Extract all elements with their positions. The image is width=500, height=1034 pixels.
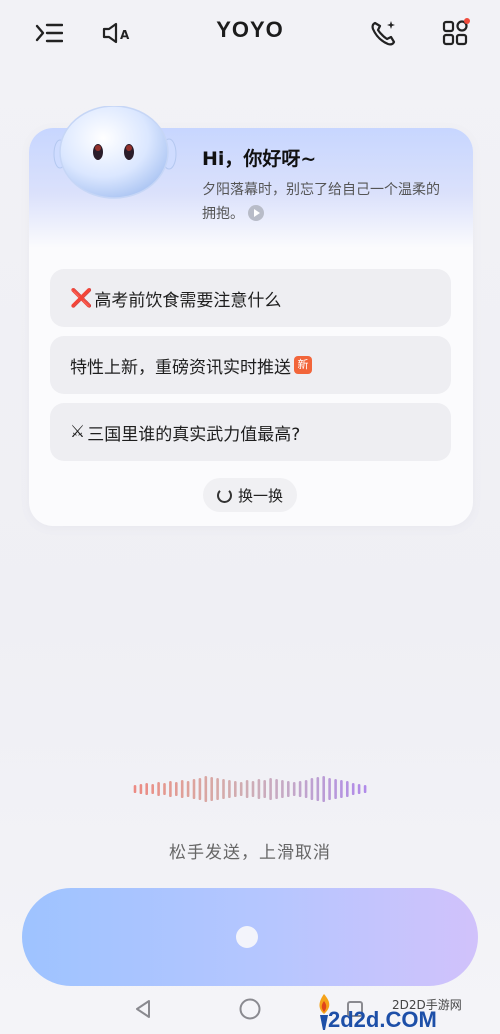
apps-grid-icon[interactable] xyxy=(440,18,470,48)
suggestion-item-3[interactable]: ⚔ 三国里谁的真实武力值最高? xyxy=(50,403,451,461)
wave-bar xyxy=(287,781,290,797)
voice-waveform xyxy=(133,776,367,802)
wave-bar xyxy=(263,780,266,798)
suggestion-text: 高考前饮食需要注意什么 xyxy=(94,290,282,311)
phone-sparkle-icon[interactable] xyxy=(369,18,399,48)
wave-bar xyxy=(257,779,261,799)
suggestion-text: 特性上新，重磅资讯实时推送 xyxy=(70,357,291,378)
greeting-title: Hi，你好呀~ xyxy=(202,148,317,170)
refresh-label: 换一换 xyxy=(237,486,283,505)
greeting-subtitle: 夕阳落幕时，别忘了给自己一个温柔的拥抱。 xyxy=(202,182,440,222)
wave-bar xyxy=(334,779,337,799)
wave-bar xyxy=(239,782,243,796)
cross-mark-icon: ❌ xyxy=(70,287,93,309)
wave-bar xyxy=(228,780,231,798)
mic-dot-icon xyxy=(236,926,258,948)
wave-bar xyxy=(281,780,284,798)
wave-bar xyxy=(216,778,219,800)
wave-bar xyxy=(133,785,137,793)
wave-bar xyxy=(269,778,272,800)
wave-bar xyxy=(151,784,154,794)
wave-bar xyxy=(139,784,143,794)
wave-bar xyxy=(192,779,196,799)
wave-bar xyxy=(251,781,255,797)
refresh-icon xyxy=(216,487,232,503)
wave-bar xyxy=(157,782,160,796)
app-title: YOYO xyxy=(216,17,284,42)
refresh-button[interactable]: 换一换 xyxy=(203,478,297,512)
voice-hint: 松手发送，上滑取消 xyxy=(169,843,331,863)
wave-bar xyxy=(198,778,202,800)
wave-bar xyxy=(186,781,190,797)
wave-bar xyxy=(298,781,302,797)
wave-bar xyxy=(304,780,308,798)
robot-mascot-icon xyxy=(53,106,177,199)
wave-bar xyxy=(210,777,213,801)
wave-bar xyxy=(363,785,367,793)
wave-bar xyxy=(145,783,148,795)
watermark: 2D2D手游网 2d2d.COM xyxy=(312,992,482,1034)
wave-bar xyxy=(222,779,225,799)
wave-bar xyxy=(322,776,325,802)
wave-bar xyxy=(204,776,208,802)
wave-bar xyxy=(351,783,355,795)
wave-bar xyxy=(346,781,349,797)
wave-bar xyxy=(180,780,184,798)
back-triangle-icon[interactable] xyxy=(128,994,158,1024)
wave-bar xyxy=(292,782,296,796)
crossed-swords-icon: ⚔ xyxy=(70,422,86,442)
wave-bar xyxy=(340,780,343,798)
home-circle-icon[interactable] xyxy=(235,994,265,1024)
wave-bar xyxy=(310,778,314,800)
wave-bar xyxy=(175,782,178,796)
wave-bar xyxy=(163,783,166,795)
wave-bar xyxy=(357,784,361,794)
wave-bar xyxy=(245,780,249,798)
watermark-main-text: 2d2d.COM xyxy=(328,1007,437,1032)
suggestion-item-1[interactable]: ❌ 高考前饮食需要注意什么 xyxy=(50,269,451,327)
wave-bar xyxy=(169,781,172,797)
wave-bar xyxy=(328,778,331,800)
wave-bar xyxy=(275,779,278,799)
top-bar: A YOYO xyxy=(0,0,500,66)
suggestion-text: 三国里谁的真实武力值最高? xyxy=(87,424,301,445)
wave-bar xyxy=(316,777,320,801)
wave-bar xyxy=(234,781,237,797)
new-badge: 新 xyxy=(294,356,312,374)
play-icon[interactable] xyxy=(248,205,264,221)
suggestion-item-2[interactable]: 特性上新，重磅资讯实时推送 新 xyxy=(50,336,451,394)
